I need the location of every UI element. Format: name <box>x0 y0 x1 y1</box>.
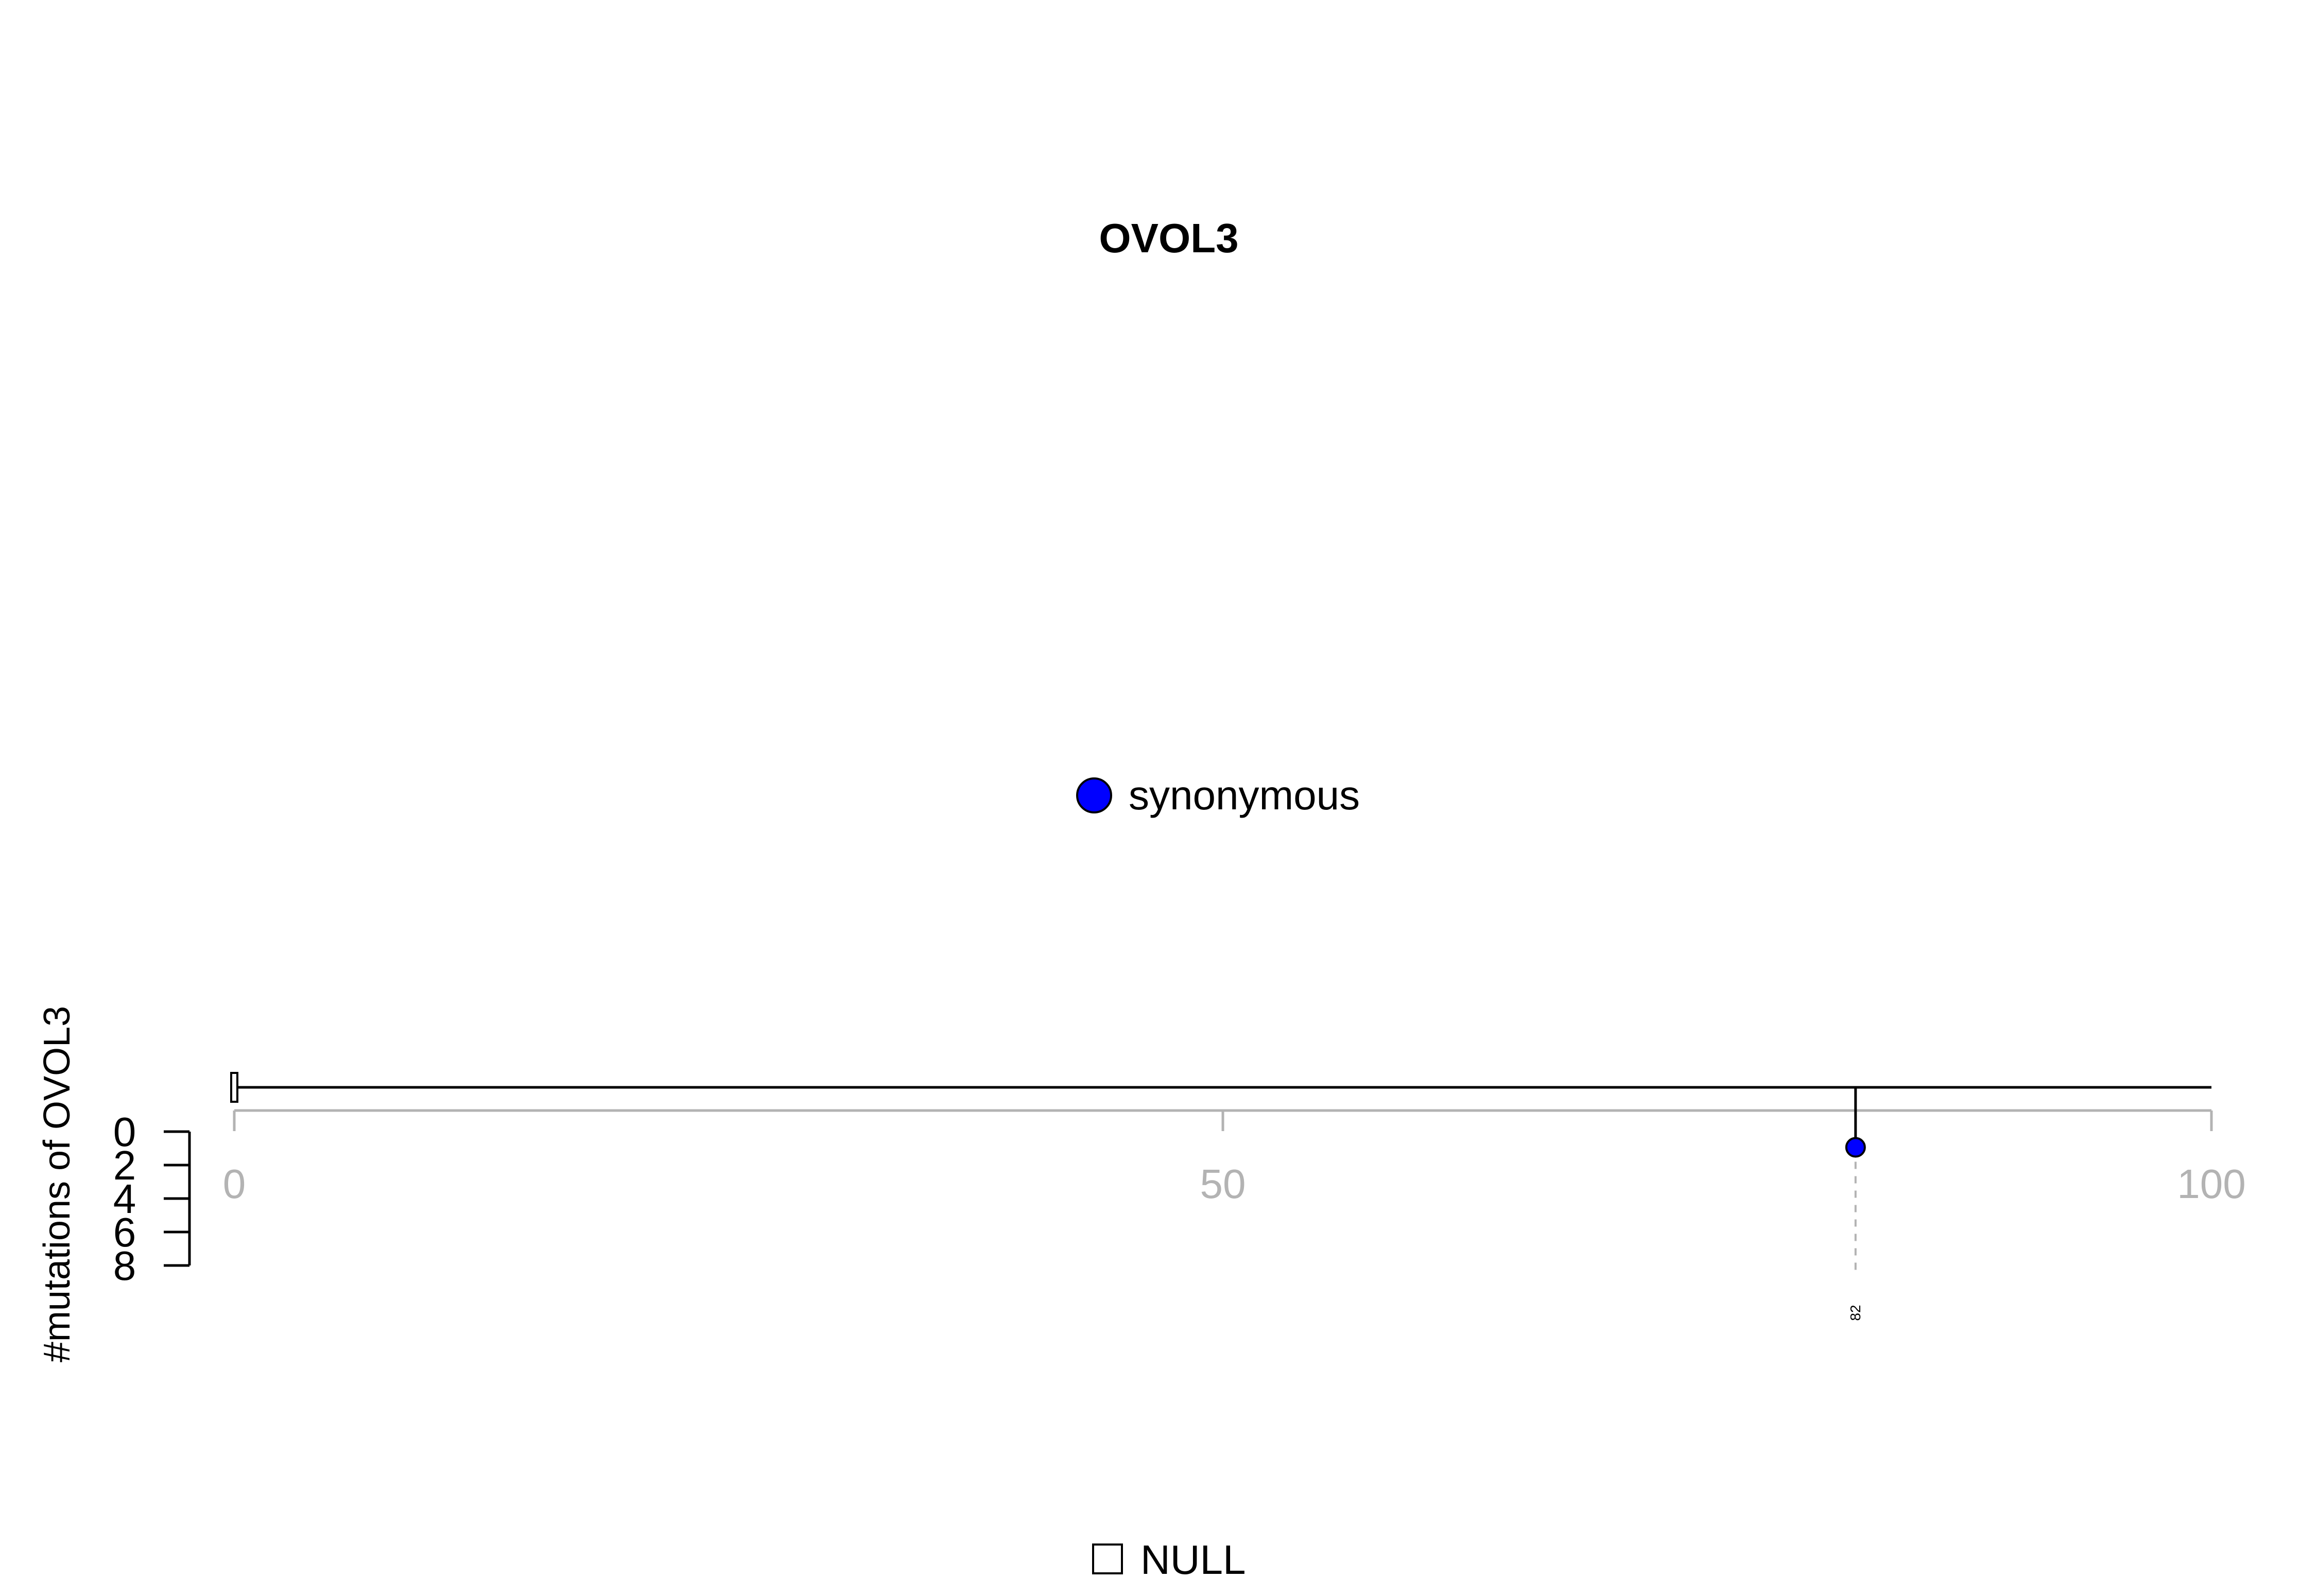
x-tick-label: 100 <box>2177 1161 2245 1207</box>
x-axis: 0 50 100 <box>223 1109 2246 1207</box>
position-label: 82 <box>1847 1305 1863 1321</box>
domain-legend: NULL <box>1092 1537 1246 1583</box>
x-tick-label: 0 <box>223 1161 246 1207</box>
y-tick-label: 8 <box>113 1243 136 1289</box>
y-axis: 02468 <box>113 1109 191 1289</box>
protein-backbone <box>230 1072 2211 1103</box>
chart-title: OVOL3 <box>1099 215 1238 261</box>
lollipop-chart: OVOL3 synonymous 0 50 100 82 02468 #mutati… <box>37 215 2246 1583</box>
y-axis-label: #mutations of OVOL3 <box>37 1006 78 1362</box>
domain-legend-swatch <box>1092 1543 1123 1574</box>
series-legend: synonymous <box>1076 772 1360 818</box>
backbone-start-marker <box>230 1072 238 1103</box>
legend-swatch <box>1076 777 1112 813</box>
x-tick-label: 50 <box>1200 1161 1246 1207</box>
mutation-marks: 82 <box>1845 1087 1866 1321</box>
lollipop-point <box>1845 1137 1866 1158</box>
legend-label: synonymous <box>1129 772 1360 818</box>
domain-legend-label: NULL <box>1140 1537 1246 1583</box>
